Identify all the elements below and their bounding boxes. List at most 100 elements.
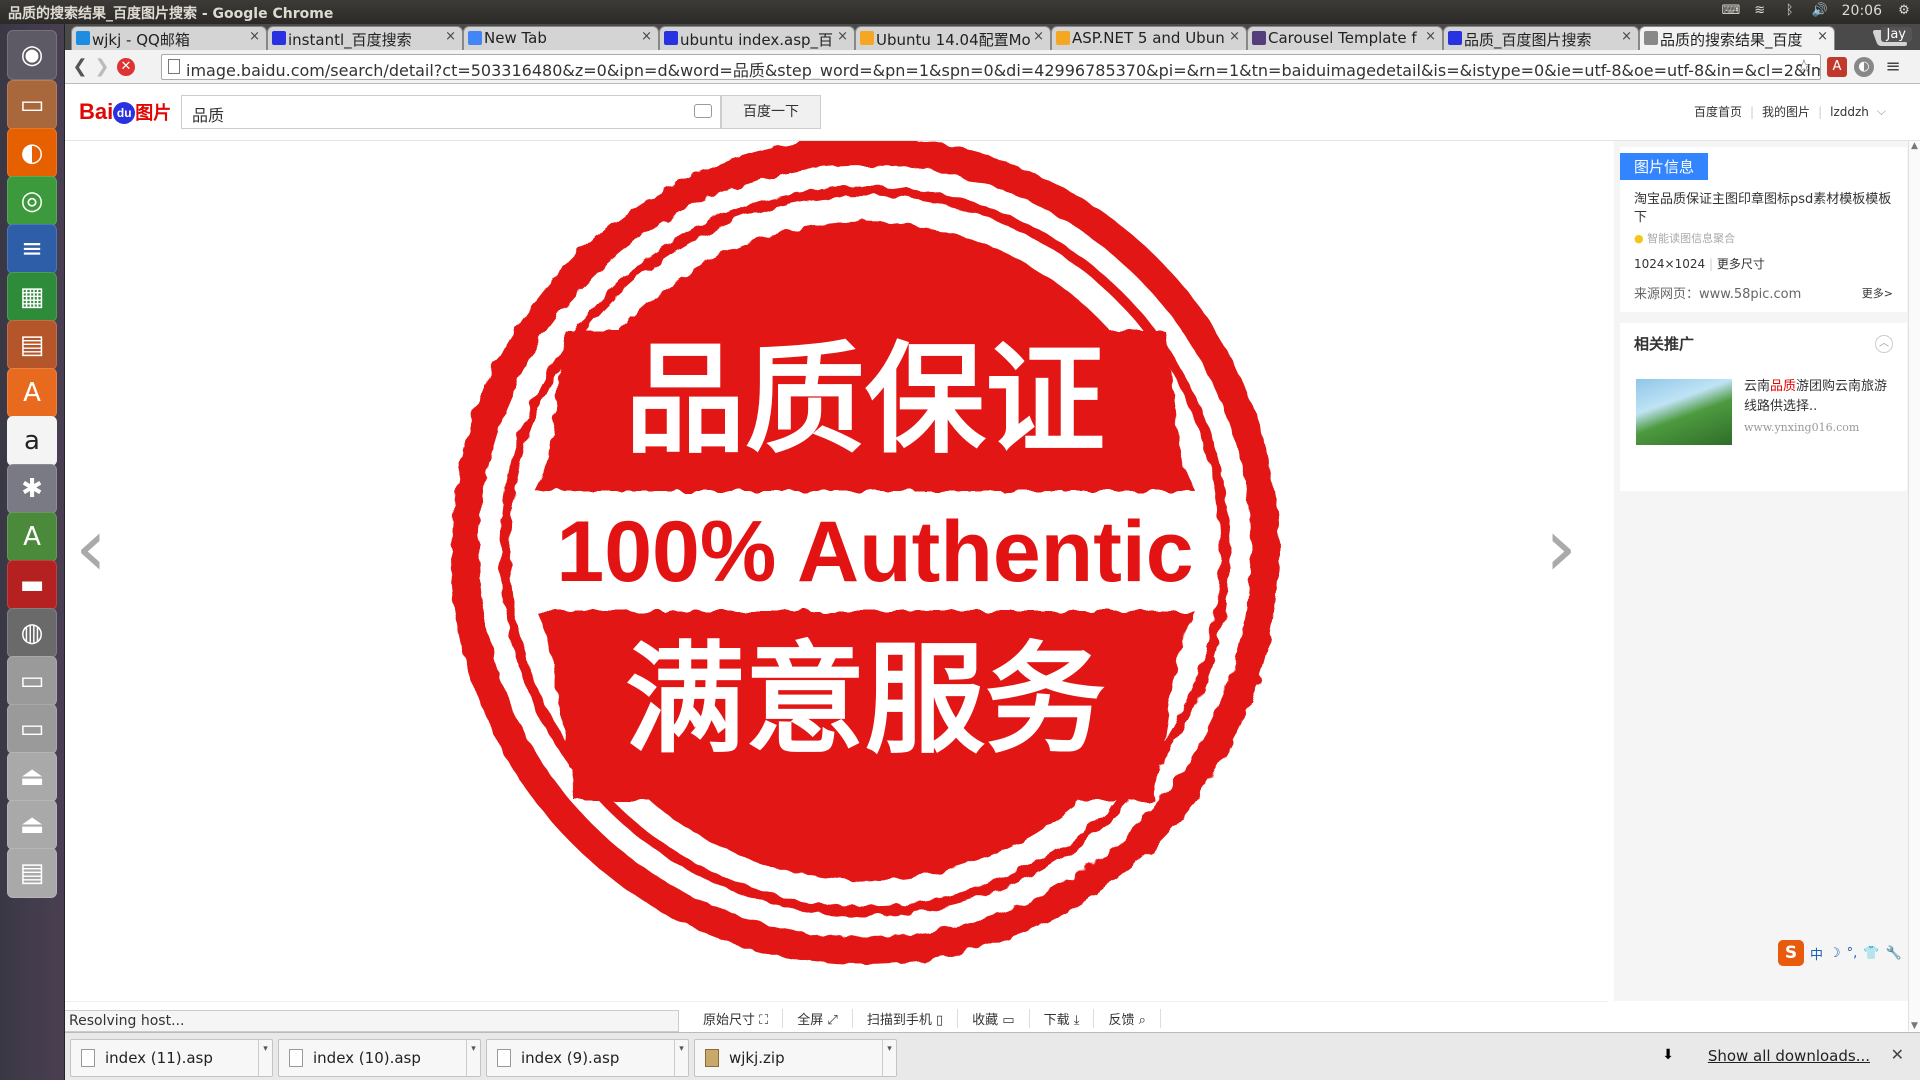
extension-icon-2[interactable]: ◐: [1854, 57, 1874, 77]
tab-close-icon[interactable]: ×: [1425, 29, 1436, 44]
related-thumbnail[interactable]: [1636, 379, 1732, 445]
chevron-down-icon[interactable]: ▾: [466, 1040, 480, 1076]
software-center-icon[interactable]: A: [7, 368, 57, 418]
search-input[interactable]: 品质: [181, 95, 721, 129]
scan-to-phone-button[interactable]: 扫描到手机 ▯: [853, 1009, 959, 1028]
chevron-down-icon[interactable]: ▾: [882, 1040, 896, 1076]
related-text[interactable]: 云南品质游团购云南旅游线路供选择..: [1744, 377, 1894, 417]
prev-image-arrow-icon[interactable]: ‹: [75, 501, 107, 594]
tab-close-icon[interactable]: ×: [1033, 29, 1044, 44]
system-monitor-icon[interactable]: ◍: [7, 608, 57, 658]
chevron-down-icon[interactable]: ⌵: [1877, 104, 1886, 119]
collapse-icon[interactable]: ︿: [1875, 335, 1893, 353]
browser-tab[interactable]: wjkj - QQ邮箱 ×: [71, 26, 267, 50]
tab-close-icon[interactable]: ×: [1621, 29, 1632, 44]
tab-close-icon[interactable]: ×: [1817, 29, 1828, 44]
more-link[interactable]: 更多>: [1862, 285, 1893, 301]
browser-tab[interactable]: Ubuntu 14.04配置Mo ×: [855, 26, 1051, 50]
browser-tab[interactable]: New Tab ×: [463, 26, 659, 50]
profile-button[interactable]: Jay: [1880, 27, 1912, 42]
stop-button[interactable]: ✕: [117, 58, 135, 76]
browser-tab[interactable]: ubuntu index.asp_百 ×: [659, 26, 855, 50]
tab-close-icon[interactable]: ×: [641, 29, 652, 44]
favorite-button[interactable]: 收藏 ▭: [958, 1009, 1030, 1028]
stamp-image[interactable]: 品质保证 100% Authentic 满意服务: [415, 141, 1315, 1001]
download-item[interactable]: index (11).asp ▾: [70, 1039, 273, 1077]
trash-icon[interactable]: ▤: [7, 848, 57, 898]
chrome-icon[interactable]: ◎: [7, 176, 57, 226]
my-pics-link[interactable]: 我的图片: [1762, 103, 1810, 120]
browser-tab[interactable]: 品质的搜索结果_百度 ×: [1639, 26, 1835, 50]
user-link[interactable]: lzddzh: [1830, 105, 1869, 119]
browser-tab[interactable]: 品质_百度图片搜索 ×: [1443, 26, 1639, 50]
sogou-logo-icon[interactable]: S: [1778, 940, 1804, 966]
ime-mode[interactable]: 中: [1810, 944, 1823, 963]
volume-icon[interactable]: 🔊: [1812, 3, 1828, 19]
zip-file-icon: [705, 1049, 719, 1067]
usb-drive-icon-2[interactable]: ⏏: [7, 800, 57, 850]
search-button[interactable]: 百度一下: [721, 95, 821, 129]
tab-close-icon[interactable]: ×: [445, 29, 456, 44]
bluetooth-icon[interactable]: ᛒ: [1782, 3, 1798, 19]
more-sizes-link[interactable]: 更多尺寸: [1717, 257, 1765, 271]
related-url[interactable]: www.ynxing016.com: [1744, 421, 1859, 434]
back-button[interactable]: ❮: [69, 56, 91, 78]
writer-icon[interactable]: ≡: [7, 224, 57, 274]
scrollbar[interactable]: ▲ ▼: [1908, 141, 1920, 1031]
info-title[interactable]: 淘宝品质保证主图印章图标psd素材模板模板下: [1634, 191, 1899, 227]
tab-close-icon[interactable]: ×: [1229, 29, 1240, 44]
keyboard-icon[interactable]: ⌨: [1722, 3, 1741, 19]
tab-close-icon[interactable]: ×: [837, 29, 848, 44]
download-button[interactable]: 下载 ⤓: [1030, 1009, 1095, 1028]
punctuation-icon[interactable]: °,: [1847, 946, 1858, 961]
android-studio-icon[interactable]: A: [7, 512, 57, 562]
home-link[interactable]: 百度首页: [1694, 103, 1742, 120]
calc-icon[interactable]: ▦: [7, 272, 57, 322]
original-size-button[interactable]: 原始尺寸 ⛶: [689, 1009, 784, 1028]
next-image-arrow-icon[interactable]: ›: [1545, 501, 1577, 594]
terminal-icon[interactable]: ▬: [7, 560, 57, 610]
baidu-logo[interactable]: Bai du 图片: [79, 99, 171, 125]
clock[interactable]: 20:06: [1842, 3, 1882, 19]
browser-tab[interactable]: instantl_百度搜索 ×: [267, 26, 463, 50]
chevron-down-icon[interactable]: ▾: [258, 1040, 272, 1076]
usb-drive-icon[interactable]: ⏏: [7, 752, 57, 802]
address-bar[interactable]: image.baidu.com/search/detail?ct=5033164…: [161, 54, 1821, 80]
ime-toolbar[interactable]: S 中 ☽ °, 👕 🔧: [1778, 939, 1914, 967]
favicon-icon: [1056, 31, 1070, 45]
dash-icon[interactable]: ◉: [7, 30, 57, 80]
gear-icon[interactable]: ⚙: [1896, 3, 1912, 19]
info-size: 1024×1024 | 更多尺寸: [1634, 257, 1765, 271]
amazon-icon[interactable]: a: [7, 416, 57, 466]
info-source[interactable]: 来源网页：www.58pic.com: [1634, 283, 1801, 302]
skin-icon[interactable]: 👕: [1863, 946, 1879, 961]
menu-icon[interactable]: ≡: [1883, 57, 1903, 77]
download-item[interactable]: index (10).asp ▾: [278, 1039, 481, 1077]
feedback-button[interactable]: 反馈 ⌕: [1094, 1009, 1161, 1028]
camera-icon[interactable]: [694, 104, 712, 118]
image-viewer: ‹ › 品质保证 100% Authentic 满意服务: [65, 141, 1608, 1001]
browser-tab[interactable]: Carousel Template f ×: [1247, 26, 1443, 50]
drive-icon-2[interactable]: ▭: [7, 704, 57, 754]
show-all-downloads-link[interactable]: Show all downloads...: [1708, 1047, 1870, 1065]
download-item[interactable]: wjkj.zip ▾: [694, 1039, 897, 1077]
fullscreen-button[interactable]: 全屏 ⤢: [783, 1009, 853, 1028]
download-item[interactable]: index (9).asp ▾: [486, 1039, 689, 1077]
drive-icon[interactable]: ▭: [7, 656, 57, 706]
close-icon[interactable]: ✕: [1891, 1045, 1904, 1064]
browser-tab[interactable]: ASP.NET 5 and Ubun ×: [1051, 26, 1247, 50]
extension-icon[interactable]: A: [1827, 57, 1847, 77]
tools-icon[interactable]: 🔧: [1886, 946, 1902, 961]
chevron-down-icon[interactable]: ▾: [674, 1040, 688, 1076]
files-icon[interactable]: ▭: [7, 80, 57, 130]
tab-close-icon[interactable]: ×: [249, 29, 260, 44]
forward-button[interactable]: ❯: [91, 56, 113, 78]
bookmark-star-icon[interactable]: ☆: [1796, 56, 1812, 77]
impress-icon[interactable]: ▤: [7, 320, 57, 370]
moon-icon[interactable]: ☽: [1829, 946, 1841, 961]
firefox-icon[interactable]: ◐: [7, 128, 57, 178]
tab-label: 品质_百度图片搜索: [1464, 31, 1592, 49]
wifi-icon[interactable]: ≋: [1752, 3, 1768, 19]
favicon-icon: [1252, 31, 1266, 45]
settings-icon[interactable]: ✱: [7, 464, 57, 514]
